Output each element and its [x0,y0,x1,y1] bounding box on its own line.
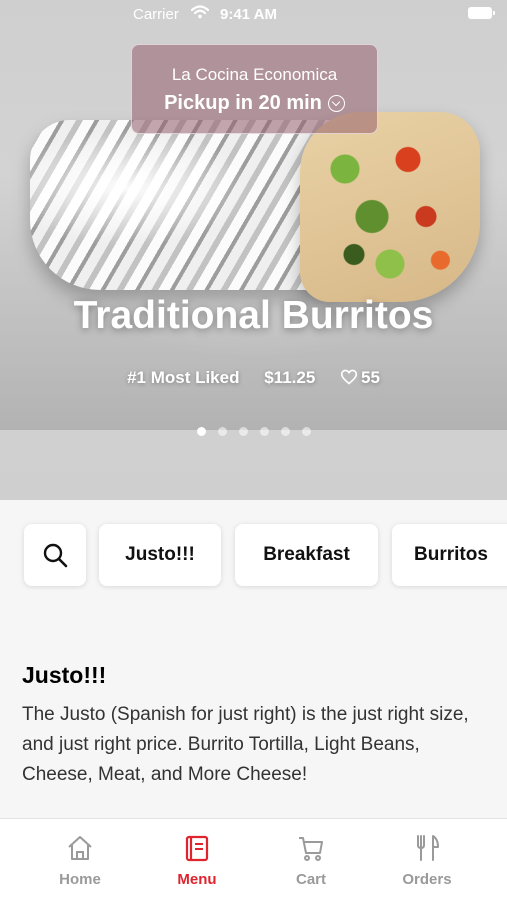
carousel-dot[interactable] [217,427,227,436]
carousel-dot[interactable] [196,427,206,436]
battery-icon [468,7,495,19]
section-title: Justo!!! [22,662,107,688]
search-icon [43,543,68,568]
fork-knife-icon [417,835,439,861]
hero-meta: #1 Most Liked $11.25 55 [0,368,507,388]
chevron-down-icon [327,95,345,113]
tab-orders-label: Orders [402,871,452,888]
home-icon [68,836,92,860]
wifi-icon [191,5,209,19]
cart-icon [299,837,323,861]
tab-home[interactable]: Home [17,819,143,901]
tab-bar: Home Menu Cart Orders [0,818,507,901]
status-time: 9:41 AM [220,6,277,23]
restaurant-name: La Cocina Economica [171,65,338,84]
pickup-time: Pickup in 20 min [132,92,377,115]
carousel-dot[interactable] [259,427,269,436]
burrito-filling-image [300,112,480,302]
pickup-time-label: Pickup in 20 min [164,92,322,115]
category-chip-justo[interactable]: Justo!!! [99,524,221,586]
tab-cart-label: Cart [295,871,326,888]
search-button[interactable] [24,524,86,586]
hero-likes-count: 55 [361,368,380,387]
menu-icon [185,835,209,862]
carousel-dot[interactable] [238,427,248,436]
carousel-dot[interactable] [280,427,290,436]
tab-orders[interactable]: Orders [364,819,490,901]
tab-menu-label: Menu [177,871,217,888]
hero-rank: #1 Most Liked [127,368,240,387]
category-chip-burritos[interactable]: Burritos [392,524,507,586]
tab-menu[interactable]: Menu [134,819,260,901]
section-description: The Justo (Spanish for just right) is th… [22,704,469,785]
hero-title: Traditional Burritos [73,294,434,337]
heart-icon [340,369,358,385]
hero-likes[interactable]: 55 [340,368,380,387]
tab-cart[interactable]: Cart [248,819,374,901]
carousel-dot[interactable] [301,427,311,436]
tab-home-label: Home [59,871,101,888]
pickup-selector[interactable]: La Cocina Economica Pickup in 20 min [131,44,378,134]
hero-price: $11.25 [264,368,316,387]
status-bar: Carrier 9:41 AM [0,0,507,30]
carousel-dots[interactable] [0,423,507,441]
carrier-label: Carrier [133,6,179,23]
category-chip-breakfast[interactable]: Breakfast [235,524,378,586]
category-chips: Justo!!! Breakfast Burritos [0,520,507,590]
